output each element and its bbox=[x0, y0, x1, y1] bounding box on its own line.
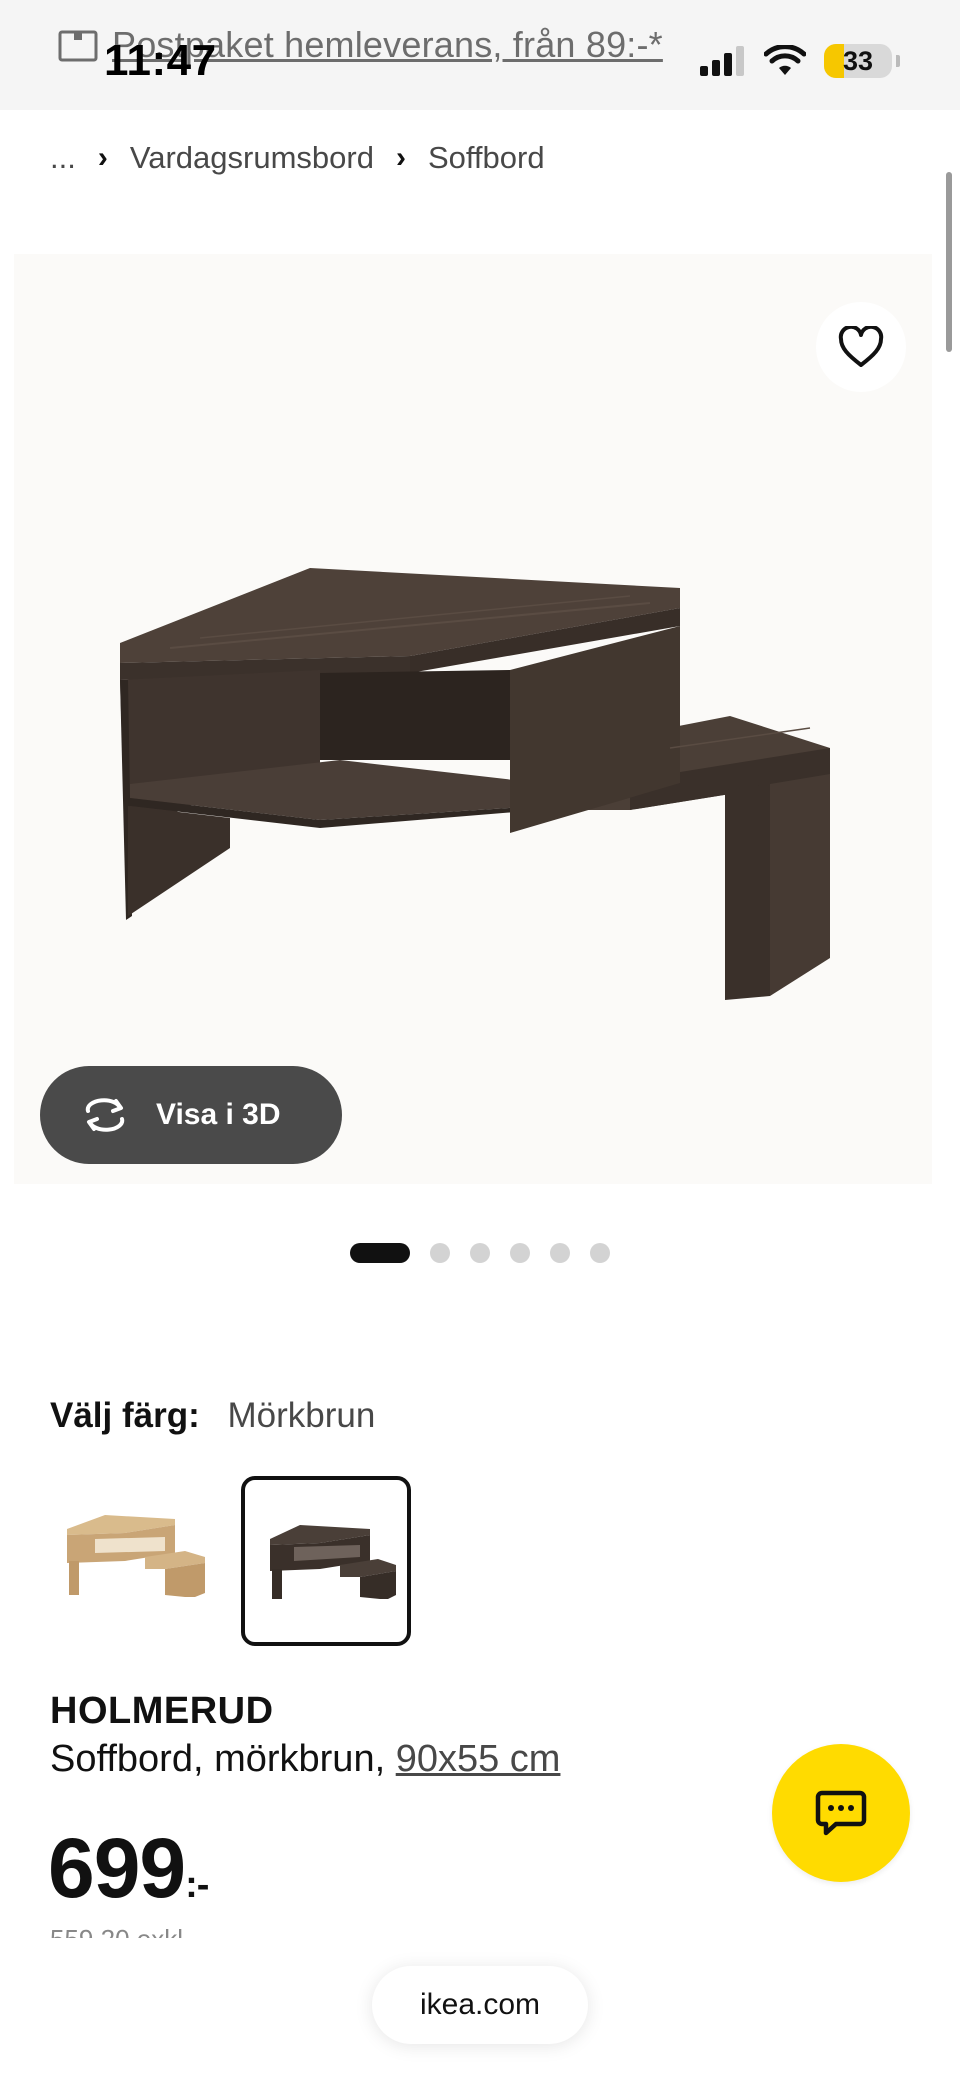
battery-indicator: 33 bbox=[824, 44, 892, 78]
chevron-right-icon: › bbox=[97, 141, 108, 174]
url-text: ikea.com bbox=[419, 1988, 541, 2021]
selected-color: Mörkbrun bbox=[227, 1396, 376, 1435]
product-name: HOLMERUD bbox=[50, 1690, 274, 1732]
breadcrumb: ... › Vardagsrumsbord › Soffbord bbox=[50, 140, 545, 176]
battery-tip bbox=[896, 55, 900, 67]
heart-icon bbox=[838, 326, 884, 367]
carousel-dot[interactable] bbox=[550, 1243, 570, 1263]
light-oak-table-thumbnail bbox=[67, 1515, 205, 1597]
scrollbar-thumb[interactable] bbox=[946, 172, 952, 352]
product-description: Soffbord, mörkbrun, 90x55 cm bbox=[50, 1738, 560, 1781]
dark-brown-table-thumbnail bbox=[270, 1525, 396, 1599]
favorite-button[interactable] bbox=[816, 302, 906, 392]
status-indicators: 33 bbox=[700, 44, 900, 78]
view-in-3d-label: Visa i 3D bbox=[156, 1098, 281, 1131]
color-swatch-light-oak[interactable] bbox=[50, 1476, 220, 1646]
chat-button[interactable] bbox=[772, 1744, 910, 1882]
carousel-dot[interactable] bbox=[590, 1243, 610, 1263]
measurements-link[interactable]: 90x55 cm bbox=[396, 1738, 561, 1780]
price-value: 699 bbox=[48, 1821, 186, 1915]
chevron-right-icon: › bbox=[395, 141, 406, 174]
product-price: 699:- bbox=[48, 1820, 209, 1917]
product-type: Soffbord, mörkbrun, bbox=[50, 1738, 396, 1780]
price-excl-vat-partial: 559,20 exkl. bbox=[50, 1926, 230, 1938]
battery-level: 33 bbox=[842, 45, 874, 76]
status-time: 11:47 bbox=[104, 36, 217, 85]
cellular-signal-icon bbox=[700, 46, 744, 76]
color-label: Välj färg: bbox=[50, 1396, 200, 1435]
chat-bubble-icon bbox=[815, 1790, 867, 1836]
color-swatch-dark-brown[interactable] bbox=[241, 1476, 411, 1646]
carousel-dot[interactable] bbox=[430, 1243, 450, 1263]
breadcrumb-item-soffbord[interactable]: Soffbord bbox=[428, 140, 545, 176]
breadcrumb-ellipsis[interactable]: ... bbox=[50, 140, 76, 176]
product-image bbox=[120, 568, 830, 1000]
status-bar: Postpaket hemleverans, från 89:-* 11:47 … bbox=[0, 0, 960, 110]
view-in-3d-button[interactable]: Visa i 3D bbox=[40, 1066, 342, 1164]
wifi-icon bbox=[764, 45, 806, 75]
carousel-dot-active[interactable] bbox=[350, 1243, 410, 1263]
breadcrumb-item-vardagsrumsbord[interactable]: Vardagsrumsbord bbox=[130, 140, 374, 176]
carousel-dot[interactable] bbox=[510, 1243, 530, 1263]
rotate-3d-icon bbox=[85, 1098, 125, 1132]
package-icon bbox=[58, 30, 98, 62]
carousel-pagination bbox=[350, 1243, 610, 1263]
carousel-dot[interactable] bbox=[470, 1243, 490, 1263]
price-suffix: :- bbox=[185, 1864, 209, 1906]
color-selector-heading: Välj färg: Mörkbrun bbox=[50, 1396, 375, 1436]
browser-address-bar[interactable]: ikea.com bbox=[372, 1966, 588, 2044]
